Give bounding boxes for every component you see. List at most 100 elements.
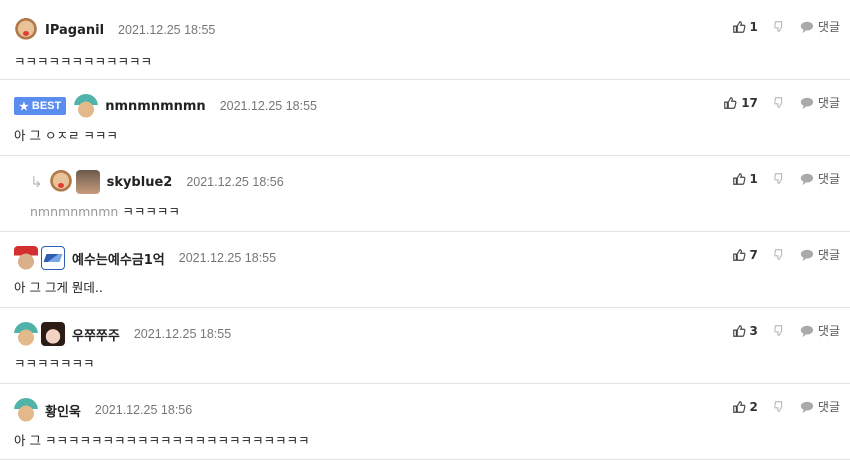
comment-item: 우쭈쭈주 2021.12.25 18:55 ㅋㅋㅋㅋㅋㅋㅋ 3 댓글 bbox=[0, 308, 850, 384]
thumbs-down-icon bbox=[774, 172, 783, 184]
comment-header: 우쭈쭈주 2021.12.25 18:55 bbox=[14, 321, 231, 347]
thumbs-up-icon bbox=[732, 172, 746, 185]
comment-actions: 2 댓글 bbox=[732, 398, 840, 415]
comment-date: 2021.12.25 18:55 bbox=[118, 23, 216, 37]
downvote-button[interactable] bbox=[772, 324, 786, 338]
thumbs-down-icon bbox=[774, 400, 783, 412]
comment-item: 예수는예수금1억 2021.12.25 18:55 아 그 그게 뭔데.. 7 … bbox=[0, 232, 850, 308]
user-avatar[interactable] bbox=[14, 18, 38, 42]
reply-label: 댓글 bbox=[817, 20, 840, 34]
reply-button[interactable]: 댓글 bbox=[800, 18, 840, 35]
reply-arrow-icon: ↳ bbox=[30, 173, 43, 191]
reply-label: 댓글 bbox=[817, 248, 840, 262]
comment-text: 아 그 그게 뭔데.. bbox=[14, 280, 103, 295]
comment-header: ↳ skyblue2 2021.12.25 18:56 bbox=[30, 169, 284, 195]
comment-list: IPaganil 2021.12.25 18:55 ㅋㅋㅋㅋㅋㅋㅋㅋㅋㅋㅋㅋ 1… bbox=[0, 0, 850, 460]
upvote-count: 2 bbox=[749, 399, 758, 414]
thumbs-up-icon bbox=[732, 324, 746, 337]
upvote-count: 3 bbox=[749, 323, 758, 338]
comment-item-reply: ↳ skyblue2 2021.12.25 18:56 nmnmnmnmn ㅋㅋㅋ… bbox=[0, 156, 850, 232]
thumbs-down-icon bbox=[774, 96, 783, 108]
comment-header: 황인욱 2021.12.25 18:56 bbox=[14, 397, 192, 423]
comment-header: ★ BEST nmnmnmnmn 2021.12.25 18:55 bbox=[14, 93, 317, 119]
comment-nickname[interactable]: 황인욱 bbox=[45, 401, 81, 420]
upvote-button[interactable]: 17 bbox=[723, 96, 758, 110]
comment-date: 2021.12.25 18:55 bbox=[178, 251, 277, 265]
comment-text: ㅋㅋㅋㅋㅋ bbox=[122, 204, 180, 219]
user-avatar[interactable] bbox=[74, 94, 99, 118]
comment-text: 아 그 ㅋㅋㅋㅋㅋㅋㅋㅋㅋㅋㅋㅋㅋㅋㅋㅋㅋㅋㅋㅋㅋㅋㅋ bbox=[14, 433, 310, 448]
comment-header: 예수는예수금1억 2021.12.25 18:55 bbox=[14, 245, 276, 271]
reply-button[interactable]: 댓글 bbox=[800, 398, 840, 415]
reply-label: 댓글 bbox=[817, 96, 840, 110]
comment-nickname[interactable]: IPaganil bbox=[45, 23, 104, 38]
comment-date: 2021.12.25 18:56 bbox=[94, 403, 193, 417]
downvote-button[interactable] bbox=[772, 248, 786, 262]
upvote-count: 17 bbox=[741, 95, 758, 110]
upvote-count: 7 bbox=[749, 247, 758, 262]
upvote-count: 1 bbox=[749, 171, 758, 186]
user-avatar[interactable] bbox=[41, 322, 65, 346]
comment-text: ㅋㅋㅋㅋㅋㅋㅋ bbox=[14, 356, 95, 371]
comment-nickname[interactable]: nmnmnmnmn bbox=[105, 99, 205, 114]
comment-nickname[interactable]: 예수는예수금1억 bbox=[72, 249, 165, 268]
upvote-button[interactable]: 7 bbox=[732, 248, 758, 262]
upvote-button[interactable]: 1 bbox=[732, 20, 758, 34]
upvote-button[interactable]: 1 bbox=[732, 172, 758, 186]
comment-nickname[interactable]: skyblue2 bbox=[107, 175, 173, 190]
comment-text: 아 그 ㅇㅈㄹ ㅋㅋㅋ bbox=[14, 128, 118, 143]
thumbs-up-icon bbox=[724, 96, 737, 109]
thumbs-up-icon bbox=[732, 400, 746, 413]
comment-date: 2021.12.25 18:55 bbox=[133, 327, 232, 341]
comment-item-best: ★ BEST nmnmnmnmn 2021.12.25 18:55 아 그 ㅇㅈㄹ… bbox=[0, 80, 850, 156]
reply-button[interactable]: 댓글 bbox=[800, 94, 840, 111]
star-icon: ★ bbox=[19, 100, 29, 113]
speech-bubble-icon bbox=[800, 401, 814, 413]
thumbs-down-icon bbox=[774, 248, 783, 260]
reply-button[interactable]: 댓글 bbox=[800, 170, 840, 187]
downvote-button[interactable] bbox=[772, 172, 786, 186]
speech-bubble-icon bbox=[800, 21, 814, 33]
reply-button[interactable]: 댓글 bbox=[800, 246, 840, 263]
thumbs-down-icon bbox=[774, 20, 783, 32]
upvote-count: 1 bbox=[749, 19, 758, 34]
comment-date: 2021.12.25 18:55 bbox=[219, 99, 318, 113]
reply-label: 댓글 bbox=[817, 172, 840, 186]
comment-item: IPaganil 2021.12.25 18:55 ㅋㅋㅋㅋㅋㅋㅋㅋㅋㅋㅋㅋ 1… bbox=[0, 4, 850, 80]
user-level-icon bbox=[14, 246, 38, 270]
comment-nickname[interactable]: 우쭈쭈주 bbox=[72, 325, 120, 344]
reply-label: 댓글 bbox=[817, 324, 840, 338]
downvote-button[interactable] bbox=[772, 400, 786, 414]
user-avatar[interactable] bbox=[75, 170, 100, 194]
comment-text: ㅋㅋㅋㅋㅋㅋㅋㅋㅋㅋㅋㅋ bbox=[14, 54, 153, 69]
user-level-icon bbox=[48, 170, 73, 194]
comment-actions: 1 댓글 bbox=[732, 170, 840, 187]
upvote-button[interactable]: 3 bbox=[732, 324, 758, 338]
best-badge-label: BEST bbox=[31, 100, 62, 112]
thumbs-up-icon bbox=[732, 20, 746, 33]
comment-actions: 7 댓글 bbox=[732, 246, 840, 263]
speech-bubble-icon bbox=[800, 97, 814, 109]
reply-label: 댓글 bbox=[817, 400, 840, 414]
speech-bubble-icon bbox=[800, 173, 814, 185]
user-avatar[interactable] bbox=[14, 398, 38, 422]
comment-actions: 1 댓글 bbox=[732, 18, 840, 35]
comment-actions: 17 댓글 bbox=[723, 94, 840, 111]
downvote-button[interactable] bbox=[772, 20, 786, 34]
comment-header: IPaganil 2021.12.25 18:55 bbox=[14, 17, 215, 43]
reply-button[interactable]: 댓글 bbox=[800, 322, 840, 339]
downvote-button[interactable] bbox=[772, 96, 786, 110]
thumbs-up-icon bbox=[732, 248, 746, 261]
reply-mention[interactable]: nmnmnmnmn bbox=[30, 204, 118, 219]
speech-bubble-icon bbox=[800, 249, 814, 261]
thumbs-down-icon bbox=[774, 324, 783, 336]
best-badge: ★ BEST bbox=[14, 97, 67, 115]
comment-text-wrap: nmnmnmnmn ㅋㅋㅋㅋㅋ bbox=[30, 201, 180, 220]
speech-bubble-icon bbox=[800, 325, 814, 337]
comment-date: 2021.12.25 18:56 bbox=[186, 175, 284, 189]
user-avatar[interactable] bbox=[41, 246, 65, 270]
comment-item: 황인욱 2021.12.25 18:56 아 그 ㅋㅋㅋㅋㅋㅋㅋㅋㅋㅋㅋㅋㅋㅋㅋ… bbox=[0, 384, 850, 460]
comment-actions: 3 댓글 bbox=[732, 322, 840, 339]
user-level-icon bbox=[14, 322, 38, 346]
upvote-button[interactable]: 2 bbox=[732, 400, 758, 414]
